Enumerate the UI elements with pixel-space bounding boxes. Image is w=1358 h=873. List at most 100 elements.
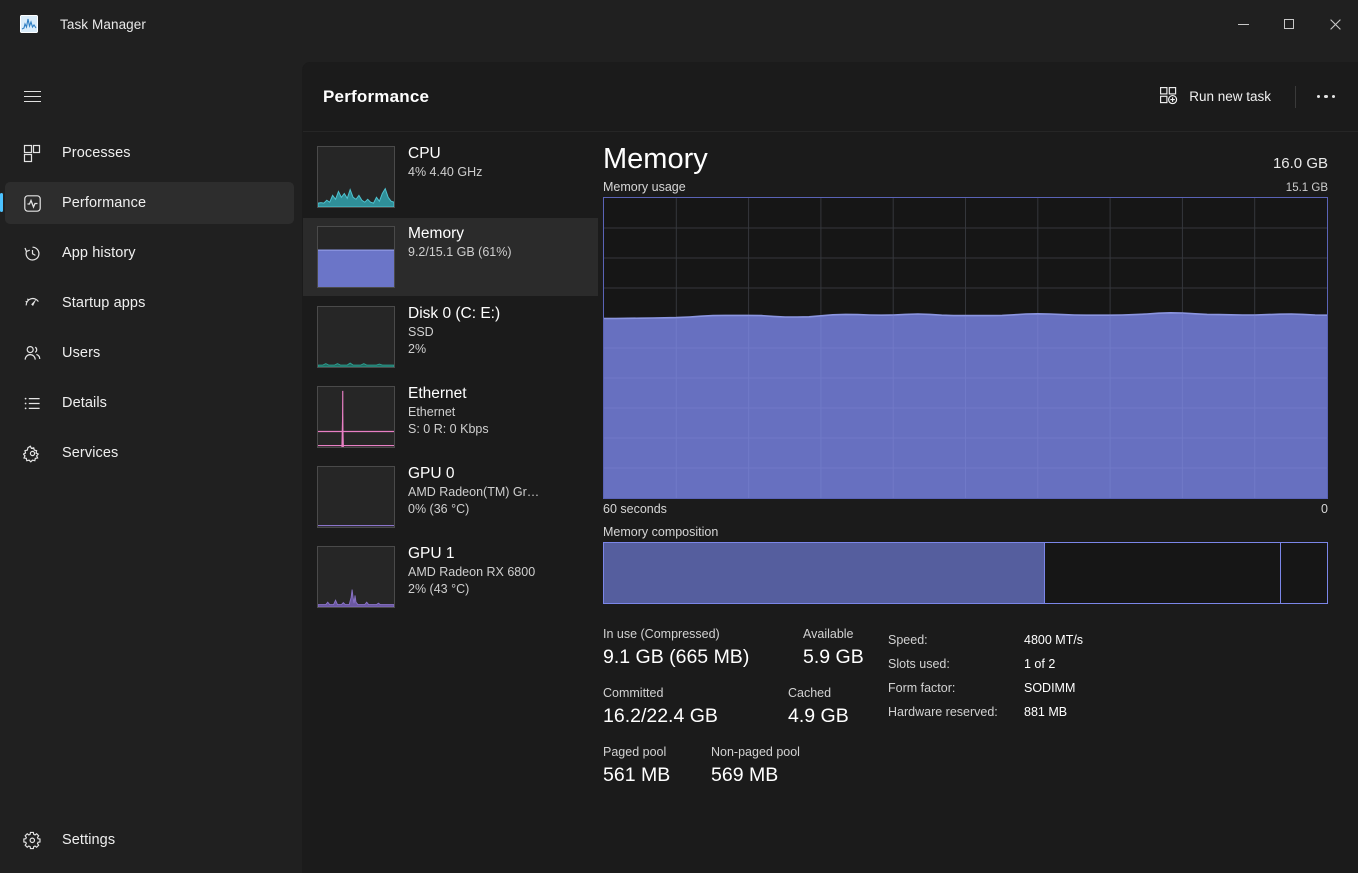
- sidebar-item-label: App history: [62, 245, 136, 261]
- resource-name: GPU 1: [408, 544, 535, 564]
- gpu1-thumbnail-graph: [317, 546, 395, 608]
- resource-item-cpu[interactable]: CPU 4% 4.40 GHz: [303, 138, 598, 216]
- memory-header: Memory 16.0 GB: [603, 140, 1328, 178]
- info-value: SODIMM: [1024, 676, 1075, 700]
- ellipsis-icon[interactable]: [1308, 81, 1344, 113]
- graph-axis-left: 60 seconds: [603, 502, 667, 516]
- header-actions: Run new task: [1147, 80, 1344, 114]
- disk-thumbnail-graph: [317, 306, 395, 368]
- info-key: Speed:: [888, 628, 1024, 652]
- sidebar-item-settings[interactable]: Settings: [5, 819, 294, 861]
- memory-info-table: Speed: 4800 MT/s Slots used: 1 of 2 Form…: [888, 626, 1328, 803]
- nav-items: Processes Performance: [0, 128, 302, 478]
- memory-thumbnail-graph: [317, 226, 395, 288]
- sidebar-item-details[interactable]: Details: [5, 382, 294, 424]
- memory-capacity: 16.0 GB: [1273, 155, 1328, 172]
- nav-bottom: Settings: [0, 815, 302, 865]
- resource-name: CPU: [408, 144, 482, 164]
- performance-main: CPU 4% 4.40 GHz Memory: [303, 132, 1358, 873]
- stat-label: Cached: [788, 685, 849, 702]
- resource-name: GPU 0: [408, 464, 539, 484]
- nav-spacer: [0, 478, 302, 803]
- stat-value: 5.9 GB: [803, 643, 864, 671]
- memory-detail-pane: Memory 16.0 GB Memory usage 15.1 GB: [598, 132, 1358, 873]
- composition-segment-reserved: [1281, 543, 1327, 603]
- stat-value: 569 MB: [711, 761, 800, 789]
- info-value: 881 MB: [1024, 700, 1067, 724]
- stat-committed: Committed 16.2/22.4 GB: [603, 685, 788, 730]
- sidebar-item-label: Performance: [62, 195, 146, 211]
- graph-axis-labels: 60 seconds 0: [603, 502, 1328, 516]
- resource-detail: Ethernet: [408, 404, 489, 421]
- sidebar-item-services[interactable]: Services: [5, 432, 294, 474]
- resource-detail-extra: 2%: [408, 341, 500, 358]
- memory-stats-left: In use (Compressed) 9.1 GB (665 MB) Avai…: [603, 626, 888, 803]
- resource-item-disk-0[interactable]: Disk 0 (C: E:) SSD 2%: [303, 298, 598, 376]
- stat-available: Available 5.9 GB: [803, 626, 864, 671]
- sidebar-item-performance[interactable]: Performance: [5, 182, 294, 224]
- stat-cached: Cached 4.9 GB: [788, 685, 849, 730]
- new-task-icon: [1159, 86, 1178, 108]
- ethernet-thumbnail-graph: [317, 386, 395, 448]
- resource-item-gpu-1[interactable]: GPU 1 AMD Radeon RX 6800 2% (43 °C): [303, 538, 598, 616]
- info-value: 4800 MT/s: [1024, 628, 1083, 652]
- stat-row-in-use: In use (Compressed) 9.1 GB (665 MB) Avai…: [603, 626, 888, 671]
- resource-detail: AMD Radeon RX 6800: [408, 564, 535, 581]
- info-row-slots-used: Slots used: 1 of 2: [888, 652, 1328, 676]
- graph-max-label: 15.1 GB: [1286, 182, 1328, 194]
- sidebar-item-users[interactable]: Users: [5, 332, 294, 374]
- run-new-task-label: Run new task: [1189, 89, 1271, 104]
- resource-text: Disk 0 (C: E:) SSD 2%: [408, 304, 500, 358]
- sidebar-item-startup-apps[interactable]: Startup apps: [5, 282, 294, 324]
- content-panel: Performance Run new task: [302, 62, 1358, 873]
- sidebar-item-app-history[interactable]: App history: [5, 232, 294, 274]
- resource-item-ethernet[interactable]: Ethernet Ethernet S: 0 R: 0 Kbps: [303, 378, 598, 456]
- performance-icon: [21, 192, 43, 214]
- stat-row-pools: Paged pool 561 MB Non-paged pool 569 MB: [603, 744, 888, 789]
- task-manager-icon: [20, 15, 38, 33]
- stat-value: 9.1 GB (665 MB): [603, 643, 803, 671]
- sidebar-item-label: Startup apps: [62, 295, 145, 311]
- window-body: Processes Performance: [0, 62, 1358, 873]
- resource-detail-extra: 0% (36 °C): [408, 501, 539, 518]
- memory-composition-label: Memory composition: [603, 525, 1328, 539]
- sidebar-item-processes[interactable]: Processes: [5, 132, 294, 174]
- resource-item-gpu-0[interactable]: GPU 0 AMD Radeon(TM) Gr… 0% (36 °C): [303, 458, 598, 536]
- resource-name: Memory: [408, 224, 512, 244]
- resource-item-memory[interactable]: Memory 9.2/15.1 GB (61%): [303, 218, 598, 296]
- stat-label: In use (Compressed): [603, 626, 803, 643]
- memory-usage-graph: [603, 197, 1328, 499]
- cpu-thumbnail-graph: [317, 146, 395, 208]
- info-key: Slots used:: [888, 652, 1024, 676]
- sidebar-item-label: Users: [62, 345, 100, 361]
- sidebar-item-label: Details: [62, 395, 107, 411]
- minimize-button[interactable]: [1220, 0, 1266, 48]
- task-manager-window: Task Manager: [0, 0, 1358, 873]
- processes-icon: [21, 142, 43, 164]
- maximize-button[interactable]: [1266, 0, 1312, 48]
- details-icon: [21, 392, 43, 414]
- resource-name: Disk 0 (C: E:): [408, 304, 500, 324]
- run-new-task-button[interactable]: Run new task: [1147, 80, 1283, 114]
- resource-detail: AMD Radeon(TM) Gr…: [408, 484, 539, 501]
- close-button[interactable]: [1312, 0, 1358, 48]
- page-title: Performance: [323, 87, 429, 107]
- graph-title: Memory usage: [603, 180, 686, 194]
- info-row-hardware-reserved: Hardware reserved: 881 MB: [888, 700, 1328, 724]
- stat-label: Committed: [603, 685, 788, 702]
- window-controls: [1220, 0, 1358, 48]
- title-bar: Task Manager: [0, 0, 1358, 62]
- resource-text: Ethernet Ethernet S: 0 R: 0 Kbps: [408, 384, 489, 438]
- memory-composition-bar[interactable]: [603, 542, 1328, 604]
- hamburger-icon[interactable]: [10, 76, 54, 116]
- resource-detail-extra: S: 0 R: 0 Kbps: [408, 421, 489, 438]
- services-icon: [21, 442, 43, 464]
- graph-labels: Memory usage 15.1 GB: [603, 180, 1328, 194]
- users-icon: [21, 342, 43, 364]
- memory-usage-chart: [604, 198, 1327, 498]
- info-row-speed: Speed: 4800 MT/s: [888, 628, 1328, 652]
- history-icon: [21, 242, 43, 264]
- composition-segment-available: [1045, 543, 1281, 603]
- graph-axis-right: 0: [1321, 502, 1328, 516]
- gear-icon: [21, 829, 43, 851]
